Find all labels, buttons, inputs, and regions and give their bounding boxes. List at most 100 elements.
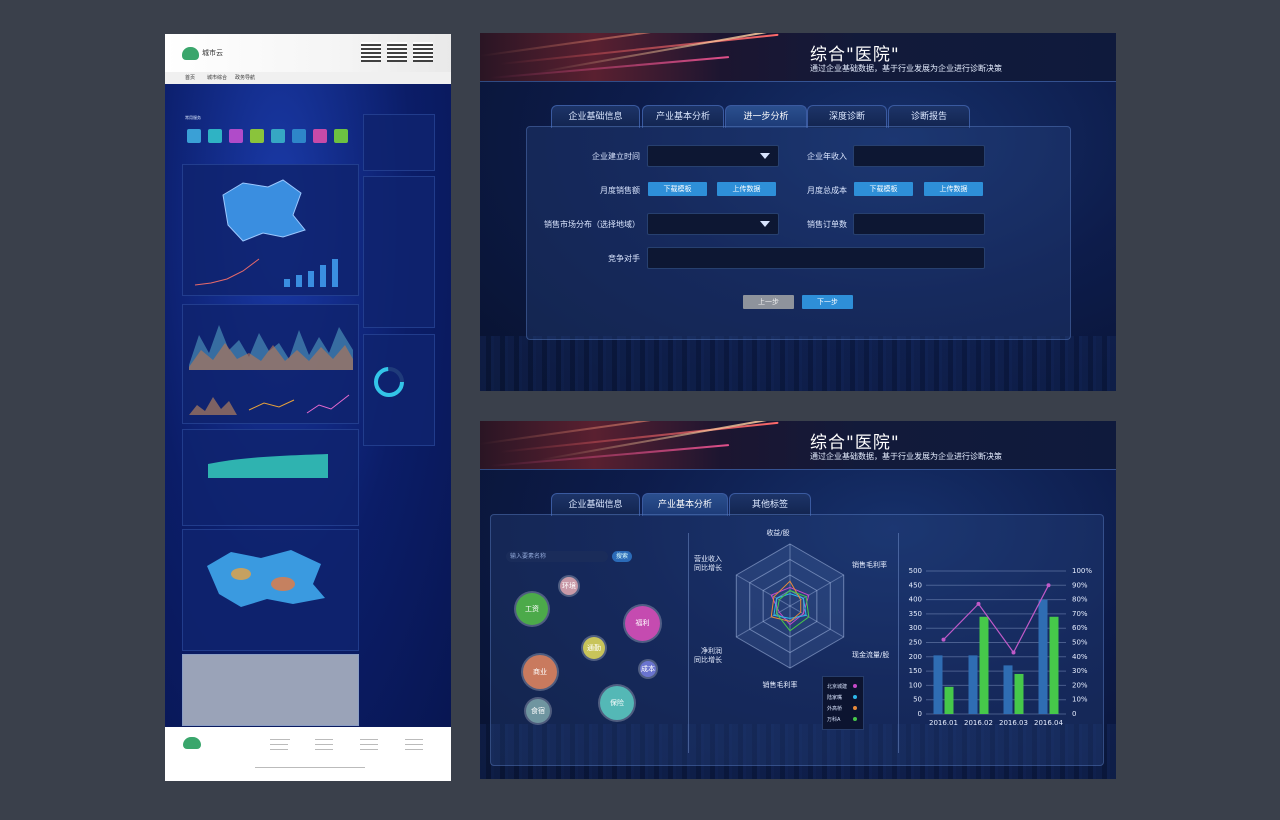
download-template-button[interactable]: 下载模板: [648, 182, 707, 196]
bubble-0[interactable]: 环境: [560, 577, 578, 595]
service-tile[interactable]: [292, 129, 306, 143]
y2-tick-label: 0: [1072, 710, 1076, 718]
y2-tick-label: 30%: [1072, 667, 1088, 675]
divider: [688, 533, 689, 753]
ring-panel: [363, 334, 435, 446]
heatmap-panel: [182, 529, 359, 651]
industry-analysis-screen: 综合"医院" 通过企业基础数据，基于行业发展为企业进行诊断决策 企业基础信息 产…: [480, 421, 1116, 779]
service-tile[interactable]: [250, 129, 264, 143]
search-button[interactable]: 搜索: [612, 551, 632, 562]
radar-axis-label: 同比增长: [694, 563, 722, 572]
service-tile[interactable]: [187, 129, 201, 143]
bar: [1014, 673, 1024, 714]
y2-tick-label: 80%: [1072, 596, 1088, 604]
tab-further-analysis[interactable]: 进一步分析: [725, 105, 807, 128]
radar-axis-label: 净利润: [701, 646, 722, 655]
service-tile[interactable]: [313, 129, 327, 143]
y2-tick-label: 90%: [1072, 581, 1088, 589]
tab-diagnosis-report[interactable]: 诊断报告: [888, 105, 970, 128]
x-tick-label: 2016.03: [999, 719, 1028, 727]
bar: [933, 655, 943, 714]
download-template-button[interactable]: 下载模板: [854, 182, 913, 196]
y-tick-label: 150: [909, 667, 922, 675]
market-label: 销售市场分布（选择地域）: [544, 220, 640, 229]
line-point: [1011, 650, 1016, 655]
section-title: 常用服务: [185, 115, 201, 120]
stats-panel: [363, 114, 435, 171]
radar-axis-label: 现金流量/股: [852, 650, 889, 659]
nav-item[interactable]: 政务导航: [235, 74, 255, 81]
info-panel: [182, 654, 359, 726]
search-placeholder: 输入要素名称: [510, 553, 547, 560]
region-map: [222, 179, 306, 242]
bar: [944, 686, 954, 714]
teal-area-panel: [182, 429, 359, 526]
y-tick-label: 500: [909, 567, 922, 575]
cloud-logo-icon: [182, 47, 199, 60]
legend-dot: [853, 695, 857, 699]
founded-label: 企业建立时间: [592, 152, 640, 161]
bar: [968, 655, 978, 714]
mini-line-chart: [194, 258, 260, 286]
bubble-4[interactable]: 商业: [523, 655, 557, 689]
dashboard-body: 常用服务: [165, 84, 451, 727]
revenue-input[interactable]: [853, 145, 985, 167]
radar-axis-label: 销售毛利率: [763, 680, 798, 689]
y-tick-label: 200: [909, 653, 922, 661]
competitor-input[interactable]: [647, 247, 985, 269]
y-tick-label: 450: [909, 581, 922, 589]
service-tile[interactable]: [229, 129, 243, 143]
x-tick-label: 2016.01: [929, 719, 958, 727]
y-tick-label: 400: [909, 596, 922, 604]
footer: [165, 727, 451, 781]
service-tile[interactable]: [334, 129, 348, 143]
service-tile[interactable]: [271, 129, 285, 143]
y2-tick-label: 60%: [1072, 624, 1088, 632]
chevron-down-icon: [760, 153, 770, 159]
line-point: [976, 601, 981, 606]
tab-basic-info[interactable]: 企业基础信息: [551, 105, 640, 128]
tab-industry-analysis[interactable]: 产业基本分析: [642, 105, 724, 128]
competitor-label: 竞争对手: [608, 254, 640, 263]
bubble-3[interactable]: 通勤: [583, 637, 605, 659]
radar-legend: 北京城建 陆家嘴 外高桥 万科A: [822, 676, 864, 730]
y2-tick-label: 50%: [1072, 639, 1088, 647]
tab-other[interactable]: 其他标签: [729, 493, 811, 516]
bubble-1[interactable]: 工资: [516, 593, 548, 625]
y2-tick-label: 70%: [1072, 610, 1088, 618]
nav-item[interactable]: 首页: [185, 74, 195, 81]
prev-step-button[interactable]: 上一步: [743, 295, 794, 309]
monthly-cost-label: 月度总成本: [807, 186, 847, 195]
table-panel: [363, 176, 435, 328]
divider: [898, 533, 899, 753]
y2-tick-label: 10%: [1072, 696, 1088, 704]
legend-label: 外高桥: [827, 706, 843, 712]
legend-label: 北京城建: [827, 684, 848, 690]
tab-industry-analysis[interactable]: 产业基本分析: [642, 493, 728, 516]
qr-code-icon: [361, 42, 381, 62]
qr-code-icon: [413, 42, 433, 62]
bubble-6[interactable]: 保险: [600, 686, 634, 720]
nav-item[interactable]: 城市综合: [207, 74, 227, 81]
next-step-button[interactable]: 下一步: [802, 295, 853, 309]
banner: 综合"医院" 通过企业基础数据，基于行业发展为企业进行诊断决策: [480, 33, 1116, 81]
tab-basic-info[interactable]: 企业基础信息: [551, 493, 640, 516]
cloud-logo-icon: [183, 737, 201, 749]
tab-deep-diagnosis[interactable]: 深度诊断: [807, 105, 887, 128]
bubble-7[interactable]: 食宿: [526, 699, 550, 723]
x-tick-label: 2016.02: [964, 719, 993, 727]
upload-data-button[interactable]: 上传数据: [924, 182, 983, 196]
y2-tick-label: 100%: [1072, 567, 1092, 575]
service-tile[interactable]: [208, 129, 222, 143]
bubble-5[interactable]: 成本: [640, 661, 656, 677]
diagnosis-form-screen: 综合"医院" 通过企业基础数据，基于行业发展为企业进行诊断决策 企业基础信息 产…: [480, 33, 1116, 391]
market-select[interactable]: [647, 213, 779, 235]
bubble-2[interactable]: 福利: [625, 606, 660, 641]
y2-tick-label: 20%: [1072, 681, 1088, 689]
y-tick-label: 50: [913, 696, 922, 704]
upload-data-button[interactable]: 上传数据: [717, 182, 776, 196]
orders-input[interactable]: [853, 213, 985, 235]
y-tick-label: 100: [909, 681, 922, 689]
founded-select[interactable]: [647, 145, 779, 167]
x-tick-label: 2016.04: [1034, 719, 1063, 727]
